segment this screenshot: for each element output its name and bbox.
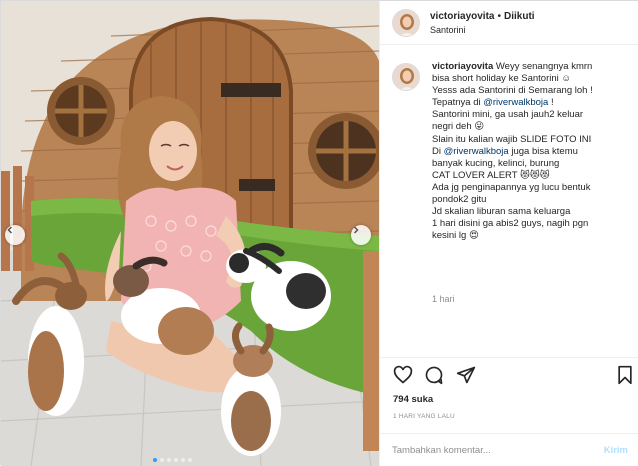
avatar[interactable] (392, 63, 420, 91)
carousel-next-button[interactable] (351, 225, 371, 245)
header-separator: • (497, 10, 501, 22)
post-header: victoriayovita • Diikuti Santorini (380, 1, 638, 45)
follow-status-button[interactable]: Diikuti (504, 11, 535, 22)
caption-line: pondok2 gitu (432, 194, 487, 206)
save-button[interactable] (616, 365, 634, 390)
post-photo[interactable] (1, 1, 379, 466)
caption-line: ! (548, 97, 554, 109)
carousel-indicator (153, 458, 192, 462)
carousel-dot (153, 458, 157, 462)
photo-illustration (1, 1, 379, 466)
caption-line: Slain itu kalian wajib SLIDE FOTO INI (432, 133, 592, 145)
caption-line: juga bisa ktemu (508, 145, 578, 157)
caption-line: Di (432, 145, 444, 157)
carousel-dot (167, 458, 171, 462)
caption-username-link[interactable]: victoriayovita (432, 61, 493, 72)
post-side-panel: victoriayovita • Diikuti Santorini victo… (379, 1, 638, 466)
action-bar (380, 357, 638, 387)
chevron-left-icon (7, 226, 13, 234)
caption-line: Tepatnya di (432, 97, 484, 109)
like-button[interactable] (393, 365, 413, 390)
caption-line: Santorini mini, ga usah jauh2 keluar (432, 109, 584, 121)
mention-link[interactable]: @riverwalkboja (444, 146, 509, 157)
caption-line: 1 hari disini ga abis2 guys, nagih pgn (432, 218, 589, 230)
instagram-post: victoriayovita • Diikuti Santorini victo… (0, 0, 638, 466)
mention-link[interactable]: @riverwalkboja (483, 97, 548, 108)
carousel-dot (188, 458, 192, 462)
caption-block: victoriayovita Weyy senangnya kmrn bisa … (380, 61, 638, 242)
bookmark-icon (618, 365, 632, 385)
caption-text: victoriayovita Weyy senangnya kmrn bisa … (432, 61, 628, 242)
comment-icon (425, 366, 443, 385)
post-date[interactable]: 1 HARI YANG LALU (393, 413, 455, 420)
caption-line: Yesss ada Santorini di Semarang loh ! (432, 85, 593, 97)
avatar-image (393, 64, 419, 90)
caption-line: CAT LOVER ALERT 😻😻😻 (432, 169, 550, 181)
caption-line: negri deh 😜 (432, 121, 485, 133)
location-link[interactable]: Santorini (430, 25, 535, 35)
comment-button[interactable] (424, 365, 444, 390)
add-comment-bar: Kirim (380, 433, 638, 466)
header-username-link[interactable]: victoriayovita (430, 11, 494, 22)
share-button[interactable] (456, 365, 476, 390)
share-icon (456, 366, 476, 384)
comment-input[interactable] (392, 444, 592, 456)
caption-line: kesini lg 😍 (432, 230, 479, 242)
carousel-dot (160, 458, 164, 462)
caption-time-ago[interactable]: 1 hari (432, 294, 455, 304)
caption-line: Ada jg penginapannya yg lucu bentuk (432, 181, 591, 193)
carousel-dot (174, 458, 178, 462)
caption-line: banyak kucing, kelinci, burung (432, 157, 560, 169)
like-count[interactable]: 794 suka (393, 394, 433, 405)
chevron-right-icon (353, 226, 359, 234)
heart-icon (393, 365, 413, 384)
post-comment-button[interactable]: Kirim (604, 445, 628, 456)
carousel-prev-button[interactable] (5, 225, 25, 245)
avatar-image (393, 9, 419, 36)
carousel-dot (181, 458, 185, 462)
caption-line: Weyy senangnya kmrn (495, 61, 593, 72)
caption-line: Jd skalian liburan sama keluarga (432, 206, 571, 218)
caption-line: bisa short holiday ke Santorini ☺ (432, 73, 572, 85)
avatar[interactable] (392, 8, 420, 37)
